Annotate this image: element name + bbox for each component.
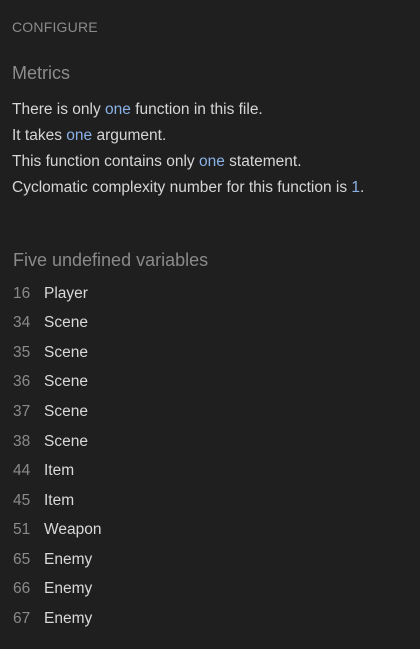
- variable-row: 66 Enemy: [13, 574, 101, 604]
- metrics-line: There is only one function in this file.: [12, 97, 364, 123]
- variable-row: 51 Weapon: [13, 515, 101, 545]
- line-number: 66: [13, 580, 31, 598]
- metrics-text: This function contains only: [12, 153, 199, 170]
- metrics-text: Cyclomatic complexity number for this fu…: [12, 179, 352, 196]
- line-number: 36: [13, 373, 31, 391]
- metrics-line: Cyclomatic complexity number for this fu…: [12, 175, 364, 201]
- variable-row: 34 Scene: [13, 309, 101, 339]
- variable-row: 37 Scene: [13, 397, 101, 427]
- variable-name: Item: [44, 462, 75, 480]
- metrics-text: It takes: [12, 127, 67, 144]
- variable-row: 36 Scene: [13, 368, 101, 398]
- variable-name: Enemy: [44, 609, 93, 627]
- metrics-text: .: [360, 179, 365, 196]
- variable-name: Weapon: [44, 521, 102, 539]
- undefined-variables-list: 16 Player 34 Scene 35 Scene 36 Scene 37 Scene…: [13, 279, 101, 634]
- variable-name: Scene: [44, 343, 88, 361]
- variable-name: Enemy: [44, 550, 93, 568]
- metrics-value: 1: [351, 179, 361, 196]
- line-number: 16: [13, 284, 31, 302]
- metrics-value: one: [105, 101, 131, 118]
- metrics-list: There is only one function in this file.…: [12, 97, 364, 201]
- variable-name: Enemy: [44, 580, 93, 598]
- variable-name: Scene: [44, 402, 88, 420]
- variable-row: 65 Enemy: [13, 545, 101, 575]
- metrics-value: one: [198, 153, 225, 170]
- variable-name: Scene: [44, 432, 88, 450]
- variable-row: 44 Item: [13, 456, 101, 486]
- variable-row: 67 Enemy: [13, 604, 101, 634]
- line-number: 67: [13, 609, 31, 627]
- line-number: 34: [13, 314, 31, 332]
- variable-name: Scene: [44, 314, 88, 332]
- metrics-text: There is only: [12, 101, 106, 118]
- variable-row: 45 Item: [13, 486, 101, 516]
- variable-row: 16 Player: [13, 279, 101, 309]
- metrics-text: function in this file.: [130, 101, 263, 118]
- configure-link[interactable]: CONFIGURE: [12, 19, 98, 35]
- line-number: 65: [13, 550, 31, 568]
- variable-row: 38 Scene: [13, 427, 101, 457]
- variable-name: Scene: [44, 373, 88, 391]
- line-number: 35: [13, 343, 31, 361]
- metrics-line: It takes one argument.: [12, 123, 364, 149]
- undefined-variables-heading: Five undefined variables: [13, 250, 209, 270]
- configure-panel: CONFIGURE Metrics There is only one func…: [0, 0, 420, 649]
- metrics-line: This function contains only one statemen…: [12, 149, 364, 175]
- line-number: 38: [13, 432, 31, 450]
- variable-name: Player: [44, 284, 88, 302]
- line-number: 44: [13, 462, 31, 480]
- variable-name: Item: [44, 491, 75, 509]
- metrics-heading: Metrics: [12, 63, 70, 83]
- metrics-value: one: [66, 127, 93, 144]
- metrics-text: statement.: [224, 153, 302, 170]
- metrics-text: argument.: [92, 127, 167, 144]
- variable-row: 35 Scene: [13, 338, 101, 368]
- line-number: 37: [13, 402, 31, 420]
- line-number: 45: [13, 491, 31, 509]
- line-number: 51: [13, 521, 31, 539]
